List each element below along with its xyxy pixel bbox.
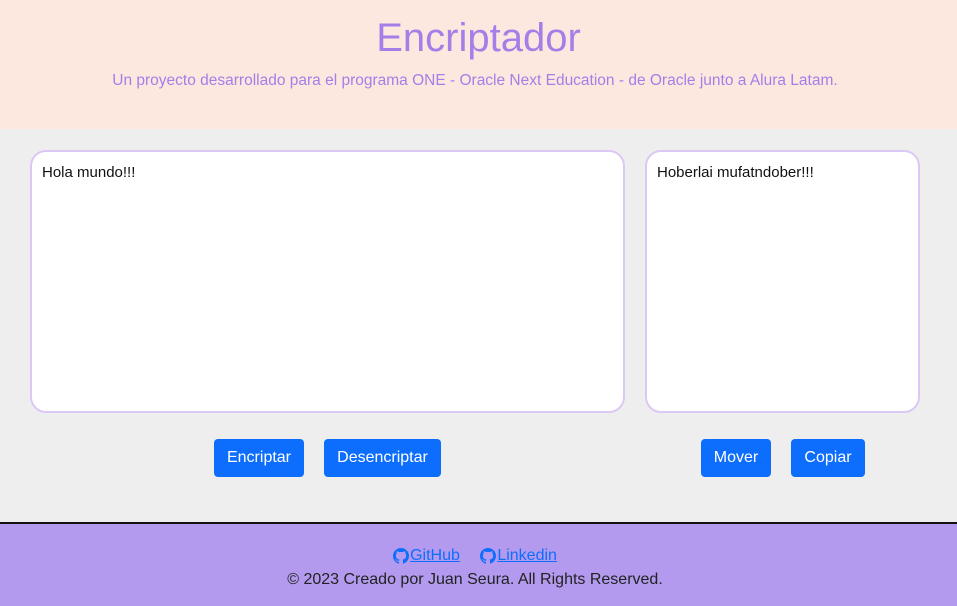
move-button[interactable]: Mover: [701, 439, 771, 477]
github-link[interactable]: GitHub: [393, 547, 460, 565]
copyright-text: © 2023 Creado por Juan Seura. All Rights…: [287, 571, 663, 588]
page-header: Encriptador Un proyecto desarrollado par…: [0, 0, 957, 129]
decrypt-button[interactable]: Desencriptar: [324, 439, 441, 477]
page-footer: GitHub Linkedin © 2023 Creado por Juan S…: [0, 524, 957, 606]
input-textarea[interactable]: Hola mundo!!!: [30, 150, 625, 413]
linkedin-label: Linkedin: [497, 547, 557, 564]
main-content: Hola mundo!!! Hoberlai mufatndober!!! En…: [0, 129, 957, 523]
linkedin-link[interactable]: Linkedin: [480, 547, 557, 565]
output-textarea[interactable]: Hoberlai mufatndober!!!: [645, 150, 920, 413]
encrypt-button[interactable]: Encriptar: [214, 439, 304, 477]
footer-links: GitHub Linkedin: [0, 547, 950, 569]
github-icon: [393, 548, 410, 564]
github-label: GitHub: [410, 547, 460, 564]
github-icon: [480, 548, 497, 564]
page-subtitle: Un proyecto desarrollado para el program…: [112, 72, 838, 89]
copy-button[interactable]: Copiar: [791, 439, 865, 477]
page-title: Encriptador: [376, 16, 581, 60]
